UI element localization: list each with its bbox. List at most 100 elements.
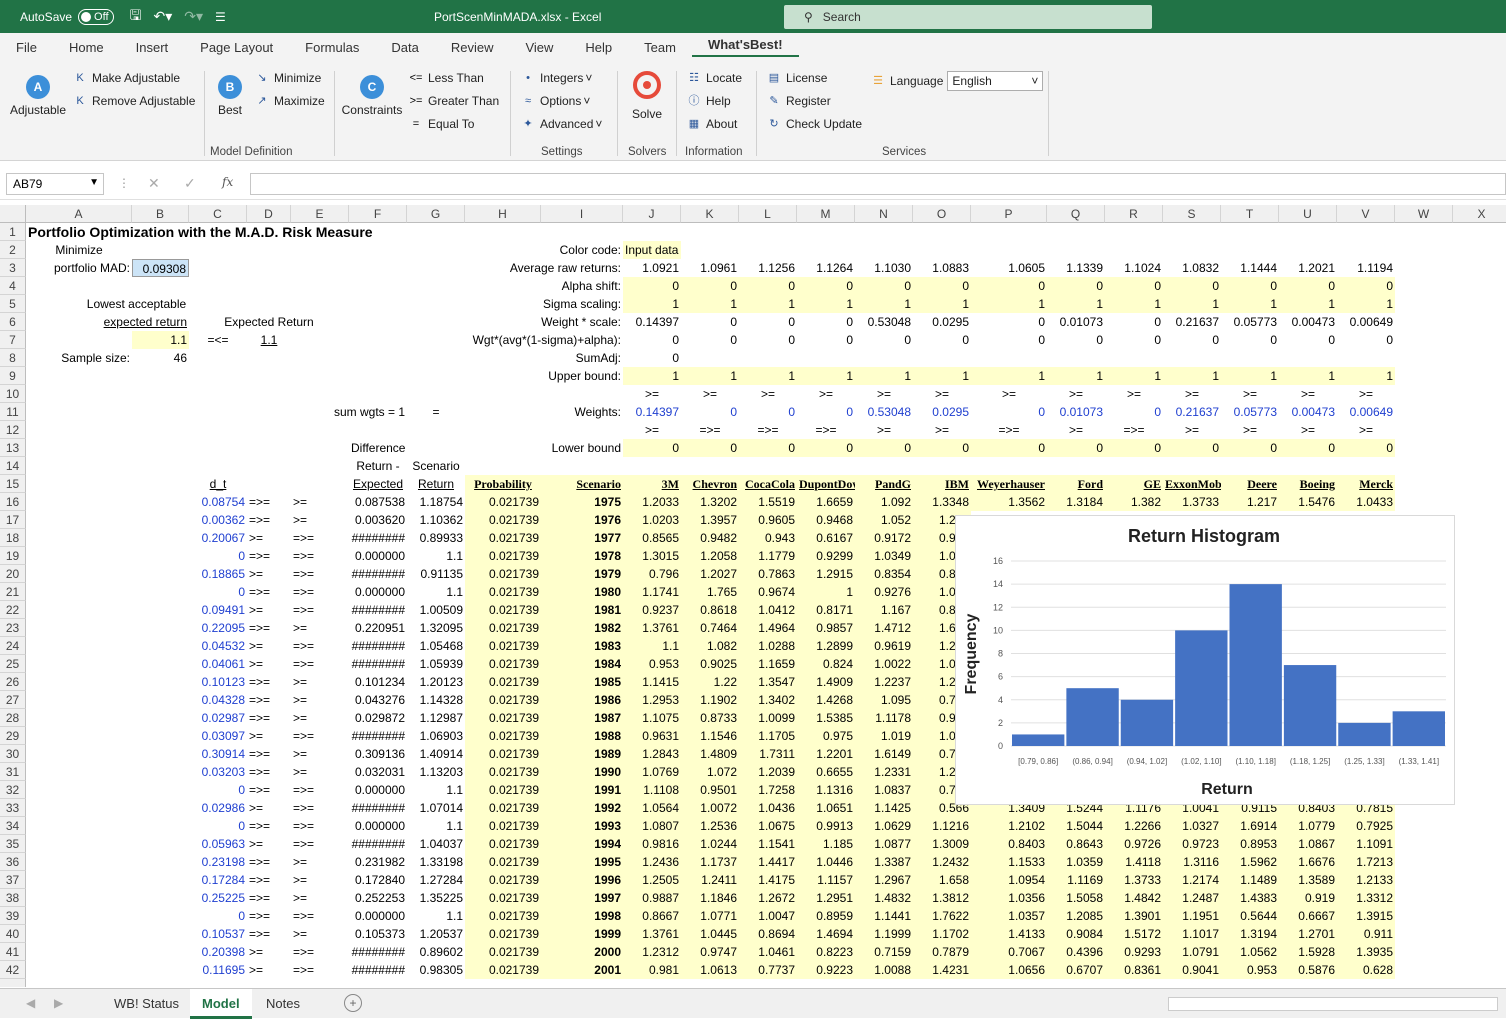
- sum-weights-label[interactable]: sum wgts = 1: [291, 403, 407, 421]
- dt-cell[interactable]: 0.04061: [189, 655, 247, 673]
- scenario-year-cell[interactable]: 1975: [541, 493, 623, 511]
- scenario-year-cell[interactable]: 1989: [541, 745, 623, 763]
- column-header-N[interactable]: N: [855, 205, 913, 223]
- return-cell[interactable]: 1.0359: [1047, 853, 1105, 871]
- weight-cell[interactable]: 0.00473: [1279, 403, 1337, 421]
- difference-cell[interactable]: 0.000000: [349, 583, 407, 601]
- scenario-year-cell[interactable]: 1983: [541, 637, 623, 655]
- return-cell[interactable]: 1.019: [855, 727, 913, 745]
- column-header-T[interactable]: T: [1221, 205, 1279, 223]
- row-header[interactable]: 31: [0, 763, 26, 781]
- row-header[interactable]: 21: [0, 583, 26, 601]
- return-cell[interactable]: 1.4268: [797, 691, 855, 709]
- return-cell[interactable]: 0.9501: [681, 781, 739, 799]
- constraint-sign[interactable]: >=: [291, 853, 349, 871]
- return-cell[interactable]: 1.382: [1105, 493, 1163, 511]
- scenario-year-cell[interactable]: 1980: [541, 583, 623, 601]
- constraint-sign[interactable]: =>=: [291, 799, 349, 817]
- scenario-year-cell[interactable]: 1996: [541, 871, 623, 889]
- constraint-sign[interactable]: >=: [1047, 385, 1105, 403]
- return-cell[interactable]: 1.0356: [971, 889, 1047, 907]
- return-cell[interactable]: 1.1489: [1221, 871, 1279, 889]
- return-cell[interactable]: 1.2174: [1163, 871, 1221, 889]
- return-cell[interactable]: 1.4694: [797, 925, 855, 943]
- stock-header[interactable]: 3M: [623, 475, 681, 493]
- scenario-return-cell[interactable]: 1.32095: [407, 619, 465, 637]
- return-cell[interactable]: 0.9276: [855, 583, 913, 601]
- row-header[interactable]: 22: [0, 601, 26, 619]
- column-header-B[interactable]: B: [132, 205, 189, 223]
- return-cell[interactable]: 0.7464: [681, 619, 739, 637]
- return-cell[interactable]: 1.5928: [1279, 943, 1337, 961]
- weight-scale-cell[interactable]: 0.00649: [1337, 313, 1395, 331]
- weights-label[interactable]: Weights:: [541, 403, 623, 421]
- return-cell[interactable]: 0.7879: [913, 943, 971, 961]
- cancel-icon[interactable]: ✕: [148, 175, 160, 192]
- maximize-button[interactable]: ↗ Maximize: [254, 94, 324, 108]
- constraint-sign[interactable]: >=: [1163, 421, 1221, 439]
- return-cell[interactable]: 0.9172: [855, 529, 913, 547]
- return-cell[interactable]: 1.2027: [681, 565, 739, 583]
- lower-bound-cell[interactable]: 0: [797, 439, 855, 457]
- return-cell[interactable]: 1.0837: [855, 781, 913, 799]
- upper-bound-label[interactable]: Upper bound:: [541, 367, 623, 385]
- return-cell[interactable]: 1.4383: [1221, 889, 1279, 907]
- return-cell[interactable]: 0.9619: [855, 637, 913, 655]
- return-cell[interactable]: 1.1846: [681, 889, 739, 907]
- dt-header[interactable]: d_t: [189, 475, 247, 493]
- weight-scale-cell[interactable]: 0.01073: [1047, 313, 1105, 331]
- menu-whatsbest[interactable]: What'sBest!: [691, 37, 799, 57]
- scroll-left-icon[interactable]: ◀: [26, 996, 35, 1010]
- difference-cell[interactable]: ########: [349, 601, 407, 619]
- return-cell[interactable]: 1.2033: [623, 493, 681, 511]
- return-cell[interactable]: 0.9887: [623, 889, 681, 907]
- column-header-E[interactable]: E: [291, 205, 349, 223]
- sumadj-label[interactable]: SumAdj:: [541, 349, 623, 367]
- row-header[interactable]: 41: [0, 943, 26, 961]
- constraint-sign[interactable]: =>=: [247, 493, 291, 511]
- return-cell[interactable]: 1.765: [681, 583, 739, 601]
- probability-cell[interactable]: 0.021739: [465, 565, 541, 583]
- constraint-sign[interactable]: =>=: [971, 421, 1047, 439]
- row-header[interactable]: 19: [0, 547, 26, 565]
- weight-cell[interactable]: 0: [971, 403, 1047, 421]
- name-box[interactable]: AB79 ▼: [6, 173, 104, 195]
- customize-qat-icon[interactable]: ☰: [215, 10, 226, 24]
- return-cell[interactable]: 1.0867: [1279, 835, 1337, 853]
- alpha-cell[interactable]: 0: [913, 277, 971, 295]
- weight-scale-cell[interactable]: 0: [681, 313, 739, 331]
- wgt-avg-cell[interactable]: 0: [681, 331, 739, 349]
- row-header[interactable]: 40: [0, 925, 26, 943]
- return-cell[interactable]: 1.0047: [739, 907, 797, 925]
- alpha-cell[interactable]: 0: [1047, 277, 1105, 295]
- wgt-avg-cell[interactable]: 0: [971, 331, 1047, 349]
- constraint-sign[interactable]: >=: [291, 493, 349, 511]
- probability-cell[interactable]: 0.021739: [465, 655, 541, 673]
- return-cell[interactable]: 0.7159: [855, 943, 913, 961]
- weight-cell[interactable]: 0: [1105, 403, 1163, 421]
- constraint-sign[interactable]: >=: [291, 925, 349, 943]
- upper-bound-cell[interactable]: 1: [1221, 367, 1279, 385]
- equal-to-button[interactable]: = Equal To: [408, 117, 475, 131]
- return-cell[interactable]: 1.2899: [797, 637, 855, 655]
- return-cell[interactable]: 1.1216: [913, 817, 971, 835]
- return-histogram-chart[interactable]: Return Histogram 0 2 4 6 8 10 12 14 16 [0.79, 0.86…: [955, 515, 1455, 805]
- constraint-sign[interactable]: >=: [291, 871, 349, 889]
- return-cell[interactable]: 0.9723: [1163, 835, 1221, 853]
- constraint-sign[interactable]: >=: [797, 385, 855, 403]
- column-header-P[interactable]: P: [971, 205, 1047, 223]
- return-cell[interactable]: 0.8171: [797, 601, 855, 619]
- avg-return-cell[interactable]: 1.0921: [623, 259, 681, 277]
- return-cell[interactable]: 1.0562: [1221, 943, 1279, 961]
- probability-cell[interactable]: 0.021739: [465, 691, 541, 709]
- row-header[interactable]: 39: [0, 907, 26, 925]
- constraint-sign[interactable]: =>=: [247, 709, 291, 727]
- sample-size-value[interactable]: 46: [132, 349, 189, 367]
- dt-cell[interactable]: 0.20398: [189, 943, 247, 961]
- row-header[interactable]: 8: [0, 349, 26, 367]
- constraint-sign[interactable]: >=: [291, 745, 349, 763]
- return-cell[interactable]: 0.9857: [797, 619, 855, 637]
- probability-cell[interactable]: 0.021739: [465, 673, 541, 691]
- sigma-cell[interactable]: 1: [739, 295, 797, 313]
- column-header-R[interactable]: R: [1105, 205, 1163, 223]
